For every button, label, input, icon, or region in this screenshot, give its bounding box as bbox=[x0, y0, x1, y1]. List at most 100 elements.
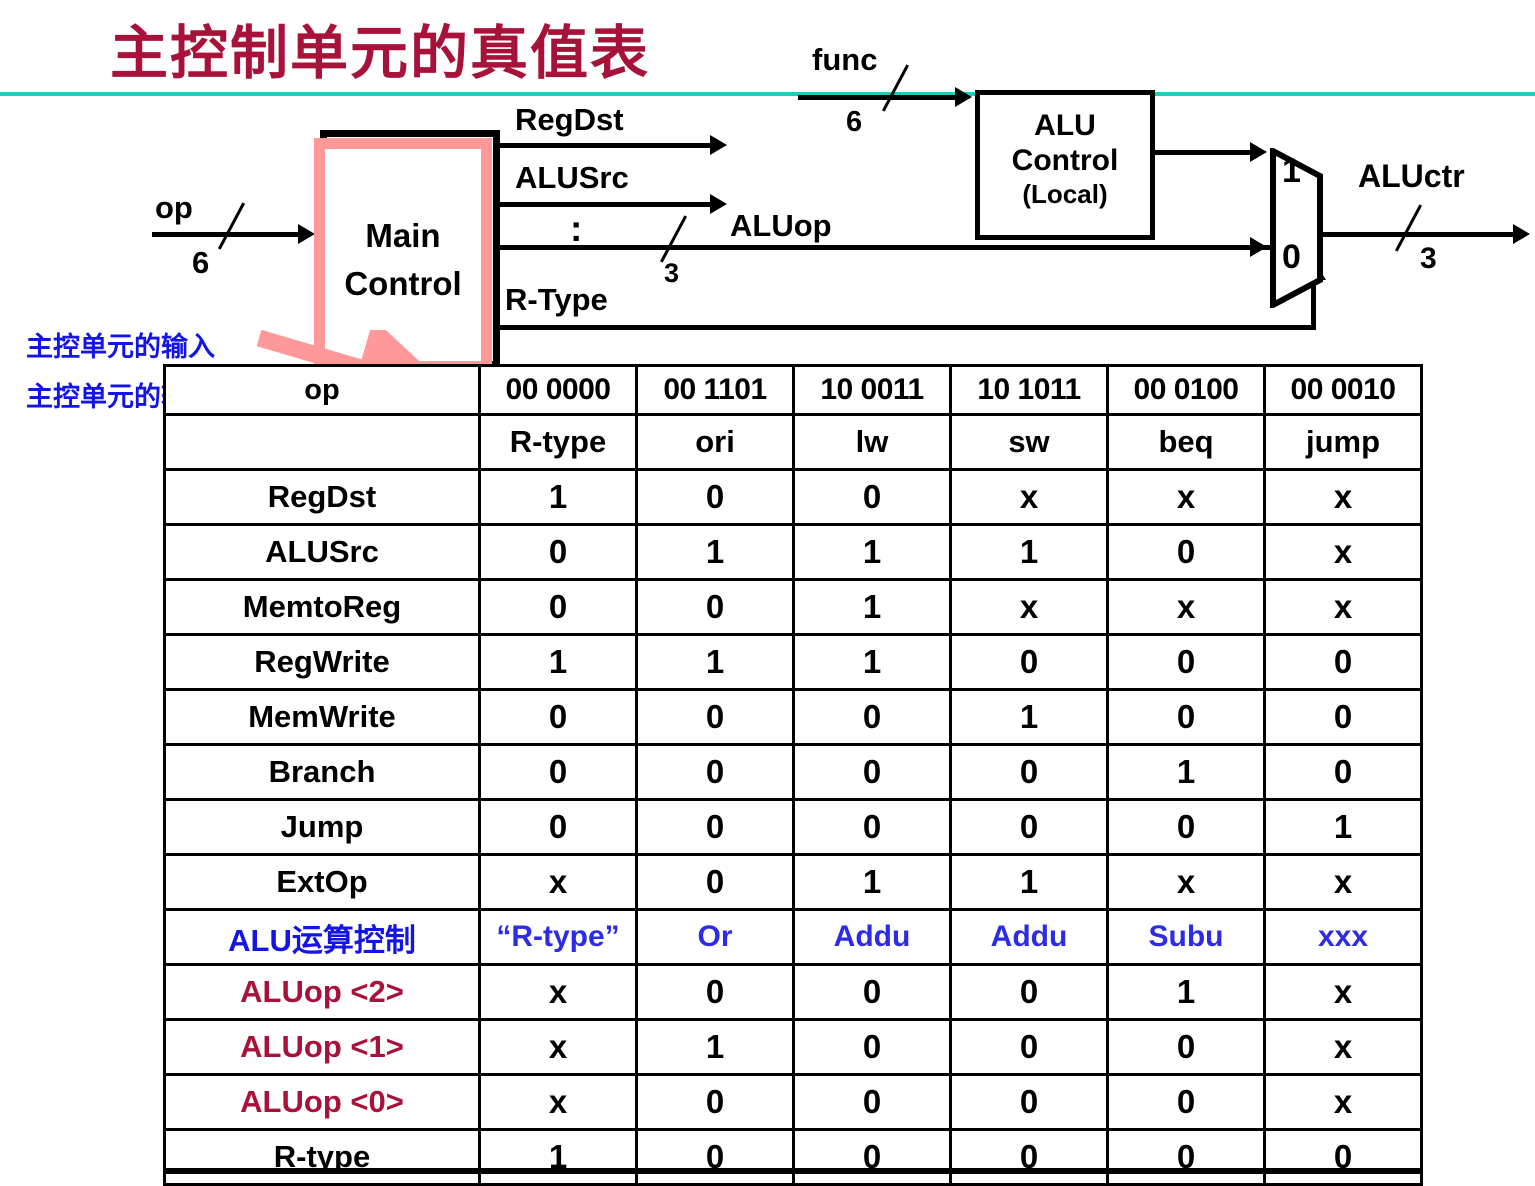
signal-value-cell: Addu bbox=[949, 908, 1109, 966]
alu-control-line3: (Local) bbox=[1022, 178, 1108, 209]
annotation-main-control-input: 主控单元的输入 bbox=[26, 332, 215, 363]
signal-value-cell: 1 bbox=[1263, 798, 1423, 856]
alu-control-box-label: ALU Control (Local) bbox=[977, 108, 1153, 209]
table-row: R-type 1 0 0 0 0 0 bbox=[163, 1128, 1423, 1186]
signal-value-cell: x bbox=[478, 1018, 638, 1076]
table-header-opcodes: op 00 0000 00 1101 10 0011 10 1011 00 0100 00 … bbox=[163, 364, 1423, 416]
opcode-cell: 10 1011 bbox=[949, 364, 1109, 416]
aluctr-bus-slash-icon bbox=[1394, 204, 1423, 252]
table-row: RegWrite 1 1 1 0 0 0 bbox=[163, 633, 1423, 691]
instruction-name-cell: sw bbox=[949, 413, 1109, 471]
signal-name-cell: ALU运算控制 bbox=[163, 908, 481, 966]
signal-name-cell: ALUop <0> bbox=[163, 1073, 481, 1131]
signal-value-cell: 0 bbox=[792, 1128, 952, 1186]
instruction-name-cell: ori bbox=[635, 413, 795, 471]
aluctr-wire bbox=[1320, 232, 1518, 237]
signal-value-cell: 0 bbox=[635, 963, 795, 1021]
table-row: RegDst 1 0 0 x x x bbox=[163, 468, 1423, 526]
instruction-name-cell: lw bbox=[792, 413, 952, 471]
table-row: MemWrite 0 0 0 1 0 0 bbox=[163, 688, 1423, 746]
signal-value-cell: 0 bbox=[949, 963, 1109, 1021]
signal-value-cell: Subu bbox=[1106, 908, 1266, 966]
truth-table-container: op 00 0000 00 1101 10 0011 10 1011 00 0100 00 … bbox=[163, 364, 1423, 1186]
signal-name-cell: R-type bbox=[163, 1128, 481, 1186]
signal-value-cell: x bbox=[1106, 578, 1266, 636]
alu-control-line2: Control bbox=[1011, 144, 1119, 178]
table-row: Jump 0 0 0 0 0 1 bbox=[163, 798, 1423, 856]
signal-name-cell: RegDst bbox=[163, 468, 481, 526]
signal-value-cell: 1 bbox=[792, 523, 952, 581]
aluctr-output-label: ALUctr bbox=[1358, 158, 1465, 194]
opcode-cell: 00 0000 bbox=[478, 364, 638, 416]
main-control-line2: Control bbox=[344, 264, 462, 302]
signal-value-cell: x bbox=[1263, 853, 1423, 911]
table-row: ALUop <0> x 0 0 0 0 x bbox=[163, 1073, 1423, 1131]
signal-value-cell: 1 bbox=[478, 633, 638, 691]
table-row: ALUop <1> x 1 0 0 0 x bbox=[163, 1018, 1423, 1076]
instruction-name-cell: R-type bbox=[478, 413, 638, 471]
signal-value-cell: 0 bbox=[635, 798, 795, 856]
signal-name-cell: ALUSrc bbox=[163, 523, 481, 581]
signal-value-cell: 1 bbox=[792, 633, 952, 691]
signal-name-cell: RegWrite bbox=[163, 633, 481, 691]
signal-value-cell: 0 bbox=[635, 468, 795, 526]
main-control-box-label: Main Control bbox=[316, 212, 490, 308]
func-input-arrowhead bbox=[955, 87, 972, 107]
signal-name-cell: Branch bbox=[163, 743, 481, 801]
opcode-cell: 00 0100 bbox=[1106, 364, 1266, 416]
alu-control-output-arrowhead bbox=[1250, 142, 1267, 162]
rtype-wire bbox=[496, 325, 1316, 330]
mux-port-0-label: 0 bbox=[1282, 238, 1301, 276]
table-row: ALU运算控制 “R-type” Or Addu Addu Subu xxx bbox=[163, 908, 1423, 966]
table-row: MemtoReg 0 0 1 x x x bbox=[163, 578, 1423, 636]
signal-value-cell: 0 bbox=[949, 798, 1109, 856]
signal-value-cell: 0 bbox=[635, 853, 795, 911]
signal-name-cell: ALUop <1> bbox=[163, 1018, 481, 1076]
signal-value-cell: 0 bbox=[1263, 688, 1423, 746]
signal-value-cell: x bbox=[1263, 523, 1423, 581]
signal-value-cell: 0 bbox=[949, 743, 1109, 801]
main-control-line1: Main bbox=[365, 217, 441, 254]
signal-value-cell: 0 bbox=[792, 688, 952, 746]
regdst-wire bbox=[496, 143, 714, 148]
signal-value-cell: 0 bbox=[478, 798, 638, 856]
aluop-bus-slash-icon bbox=[659, 215, 688, 263]
signal-value-cell: 0 bbox=[792, 743, 952, 801]
op-bus-slash-icon bbox=[217, 202, 246, 250]
signal-value-cell: 0 bbox=[949, 633, 1109, 691]
signal-value-cell: 0 bbox=[1263, 633, 1423, 691]
signal-value-cell: 0 bbox=[478, 743, 638, 801]
signal-value-cell: 0 bbox=[792, 1073, 952, 1131]
alusrc-wire bbox=[496, 202, 714, 207]
op-input-arrowhead bbox=[298, 224, 315, 244]
signal-value-cell: x bbox=[949, 578, 1109, 636]
signal-value-cell: 1 bbox=[635, 633, 795, 691]
signal-value-cell: x bbox=[1263, 1073, 1423, 1131]
signal-value-cell: 1 bbox=[949, 523, 1109, 581]
signal-value-cell: 0 bbox=[635, 688, 795, 746]
table-row: Branch 0 0 0 0 1 0 bbox=[163, 743, 1423, 801]
signal-value-cell: 0 bbox=[949, 1073, 1109, 1131]
signal-value-cell: 0 bbox=[635, 1128, 795, 1186]
signal-value-cell: x bbox=[1263, 578, 1423, 636]
table-corner-cell bbox=[163, 413, 481, 471]
signal-value-cell: 1 bbox=[792, 853, 952, 911]
signal-name-cell: ALUop <2> bbox=[163, 963, 481, 1021]
signal-value-cell: x bbox=[949, 468, 1109, 526]
signal-value-cell: 0 bbox=[1106, 523, 1266, 581]
signal-value-cell: 0 bbox=[792, 798, 952, 856]
signal-value-cell: 0 bbox=[635, 743, 795, 801]
signal-value-cell: 0 bbox=[792, 468, 952, 526]
truth-table-body: op 00 0000 00 1101 10 0011 10 1011 00 0100 00 … bbox=[163, 364, 1423, 1186]
signal-value-cell: 1 bbox=[635, 523, 795, 581]
func-bus-slash-icon bbox=[881, 64, 910, 112]
alusrc-output-label: ALUSrc bbox=[515, 160, 629, 195]
signal-value-cell: 1 bbox=[478, 468, 638, 526]
table-row: ALUop <2> x 0 0 0 1 x bbox=[163, 963, 1423, 1021]
ellipsis-dots-icon: : bbox=[570, 208, 583, 249]
signal-value-cell: 0 bbox=[1106, 1073, 1266, 1131]
signal-value-cell: Addu bbox=[792, 908, 952, 966]
regdst-output-label: RegDst bbox=[515, 102, 624, 137]
regdst-arrowhead bbox=[710, 135, 727, 155]
signal-value-cell: 1 bbox=[792, 578, 952, 636]
